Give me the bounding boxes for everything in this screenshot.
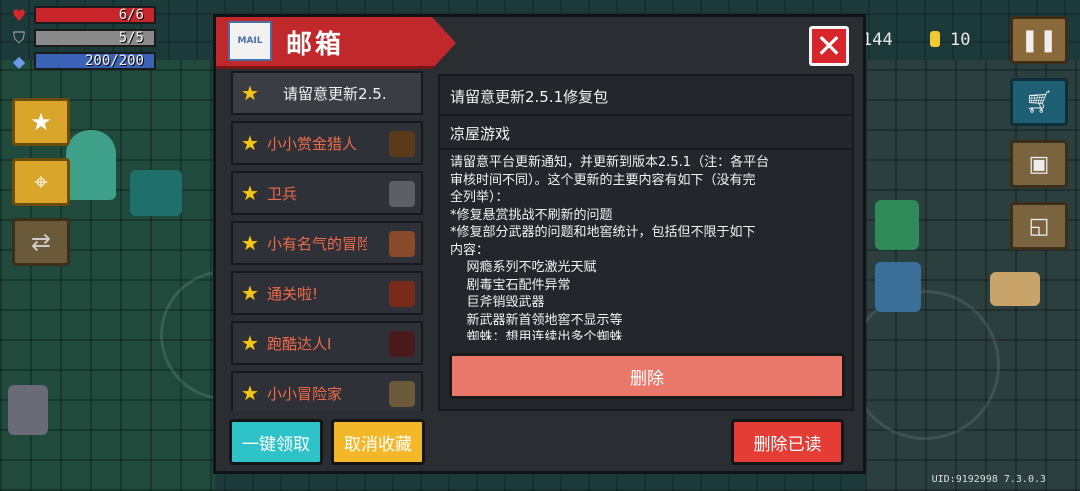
close-icon: ✕ xyxy=(815,27,843,65)
energy-stat: ◆ 200/200 xyxy=(8,51,156,71)
reward-thumbnail xyxy=(389,331,415,357)
delete-button[interactable]: 删除 xyxy=(449,353,845,399)
capsule-sprite xyxy=(66,130,116,200)
pause-icon: ❚❚ xyxy=(1020,27,1058,53)
unfavorite-button[interactable]: 取消收藏 xyxy=(331,419,425,465)
reward-thumbnail xyxy=(389,181,415,207)
reward-thumbnail xyxy=(389,231,415,257)
mail-icon-text: MAIL xyxy=(237,36,263,46)
mail-item-parkour[interactable]: ★ 跑酷达人I xyxy=(231,321,423,365)
id-card-icon: ▣ xyxy=(1028,151,1050,177)
star-icon: ★ xyxy=(241,181,259,205)
stairs-button[interactable]: ◱ xyxy=(1010,202,1068,250)
location-button[interactable]: ⌖ xyxy=(12,158,70,206)
pause-button[interactable]: ❚❚ xyxy=(1010,16,1068,64)
certificate-sprite xyxy=(990,272,1040,306)
shield-icon: ⛉ xyxy=(12,28,25,47)
shop-button[interactable]: 🛒︎ xyxy=(1010,78,1068,126)
cart-icon: 🛒︎ xyxy=(1025,89,1053,115)
character-sprite xyxy=(8,385,48,435)
coin-icon xyxy=(930,31,940,47)
uid-label: UID:9192998 7.3.0.3 xyxy=(931,474,1046,485)
star-icon: ★ xyxy=(241,131,259,155)
mail-item-bounty-hunter[interactable]: ★ 小小赏金猎人 xyxy=(231,121,423,165)
reward-thumbnail xyxy=(389,281,415,307)
energy-value: 200/200 xyxy=(84,53,144,69)
map-pin-icon: ⌖ xyxy=(34,168,48,196)
mail-item-label: 小小冒险家 xyxy=(267,384,343,403)
star-icon: ★ xyxy=(241,381,259,405)
coin-count: 10 xyxy=(950,30,971,50)
star-badge-icon: ★ xyxy=(30,108,52,136)
mail-sender: 凉屋游戏 xyxy=(440,116,852,150)
heart-icon: ♥ xyxy=(11,5,27,25)
mail-item-guard[interactable]: ★ 卫兵 xyxy=(231,171,423,215)
stairs-icon: ◱ xyxy=(1028,213,1050,239)
attack-joystick[interactable] xyxy=(850,290,1000,440)
mail-detail-panel: 请留意更新2.5.1修复包 凉屋游戏 请留意平台更新通知，并更新到版本2.5.1… xyxy=(438,74,854,411)
diamond-icon: ◆ xyxy=(12,51,26,71)
mail-item-clear[interactable]: ★ 通关啦! xyxy=(231,271,423,315)
coin-counter: 10 xyxy=(930,30,970,50)
energy-bar: 200/200 xyxy=(34,52,156,70)
close-button[interactable]: ✕ xyxy=(809,26,849,66)
profile-button[interactable]: ▣ xyxy=(1010,140,1068,188)
mail-item-little-adventurer[interactable]: ★ 小小冒险家 xyxy=(231,371,423,411)
mail-item-label: 跑酷达人I xyxy=(267,334,332,353)
gem-count: 144 xyxy=(862,30,893,50)
delete-read-button[interactable]: 删除已读 xyxy=(731,419,844,465)
claim-all-button[interactable]: 一键领取 xyxy=(229,419,323,465)
mail-item-label: 卫兵 xyxy=(267,184,298,203)
mail-body[interactable]: 请留意平台更新通知，并更新到版本2.5.1（注：各平台 审核时间不同）。这个更新… xyxy=(440,150,852,340)
mail-item-famous-adventurer[interactable]: ★ 小有名气的冒险 xyxy=(231,221,423,265)
health-bar: 6/6 xyxy=(34,6,156,24)
machine-sprite xyxy=(130,170,182,216)
mailbox-dialog: MAIL 邮箱 ✕ ★ 请留意更新2.5. ★ 小小赏金猎人 ★ 卫兵 ★ 小有… xyxy=(213,14,866,474)
health-value: 6/6 xyxy=(118,7,144,23)
talent-button[interactable]: ★ xyxy=(12,98,70,146)
mail-subject: 请留意更新2.5.1修复包 xyxy=(440,76,852,116)
reward-thumbnail xyxy=(389,131,415,157)
mail-item-update[interactable]: ★ 请留意更新2.5. xyxy=(231,71,423,115)
star-icon: ★ xyxy=(241,231,259,255)
health-stat: ♥ 6/6 xyxy=(8,5,156,25)
swap-icon: ⇄ xyxy=(30,228,52,256)
mail-list[interactable]: ★ 请留意更新2.5. ★ 小小赏金猎人 ★ 卫兵 ★ 小有名气的冒险 ★ 通关… xyxy=(231,71,423,411)
mail-item-label: 小有名气的冒险 xyxy=(267,234,367,253)
switch-button[interactable]: ⇄ xyxy=(12,218,70,266)
star-icon: ★ xyxy=(241,81,259,105)
armor-value: 5/5 xyxy=(118,30,144,46)
reward-thumbnail xyxy=(389,381,415,407)
mail-icon: MAIL xyxy=(228,21,272,61)
mail-item-label: 小小赏金猎人 xyxy=(267,134,358,153)
star-icon: ★ xyxy=(241,331,259,355)
mail-item-label: 请留意更新2.5. xyxy=(283,84,387,103)
robot-sprite xyxy=(875,200,919,250)
mailbox-title: 邮箱 xyxy=(286,30,345,60)
npc-sprite xyxy=(875,262,921,312)
mailbox-header: MAIL 邮箱 xyxy=(216,17,456,69)
mail-item-label: 通关啦! xyxy=(267,284,319,303)
armor-bar: 5/5 xyxy=(34,29,156,47)
armor-stat: ⛉ 5/5 xyxy=(8,28,156,47)
star-icon: ★ xyxy=(241,281,259,305)
